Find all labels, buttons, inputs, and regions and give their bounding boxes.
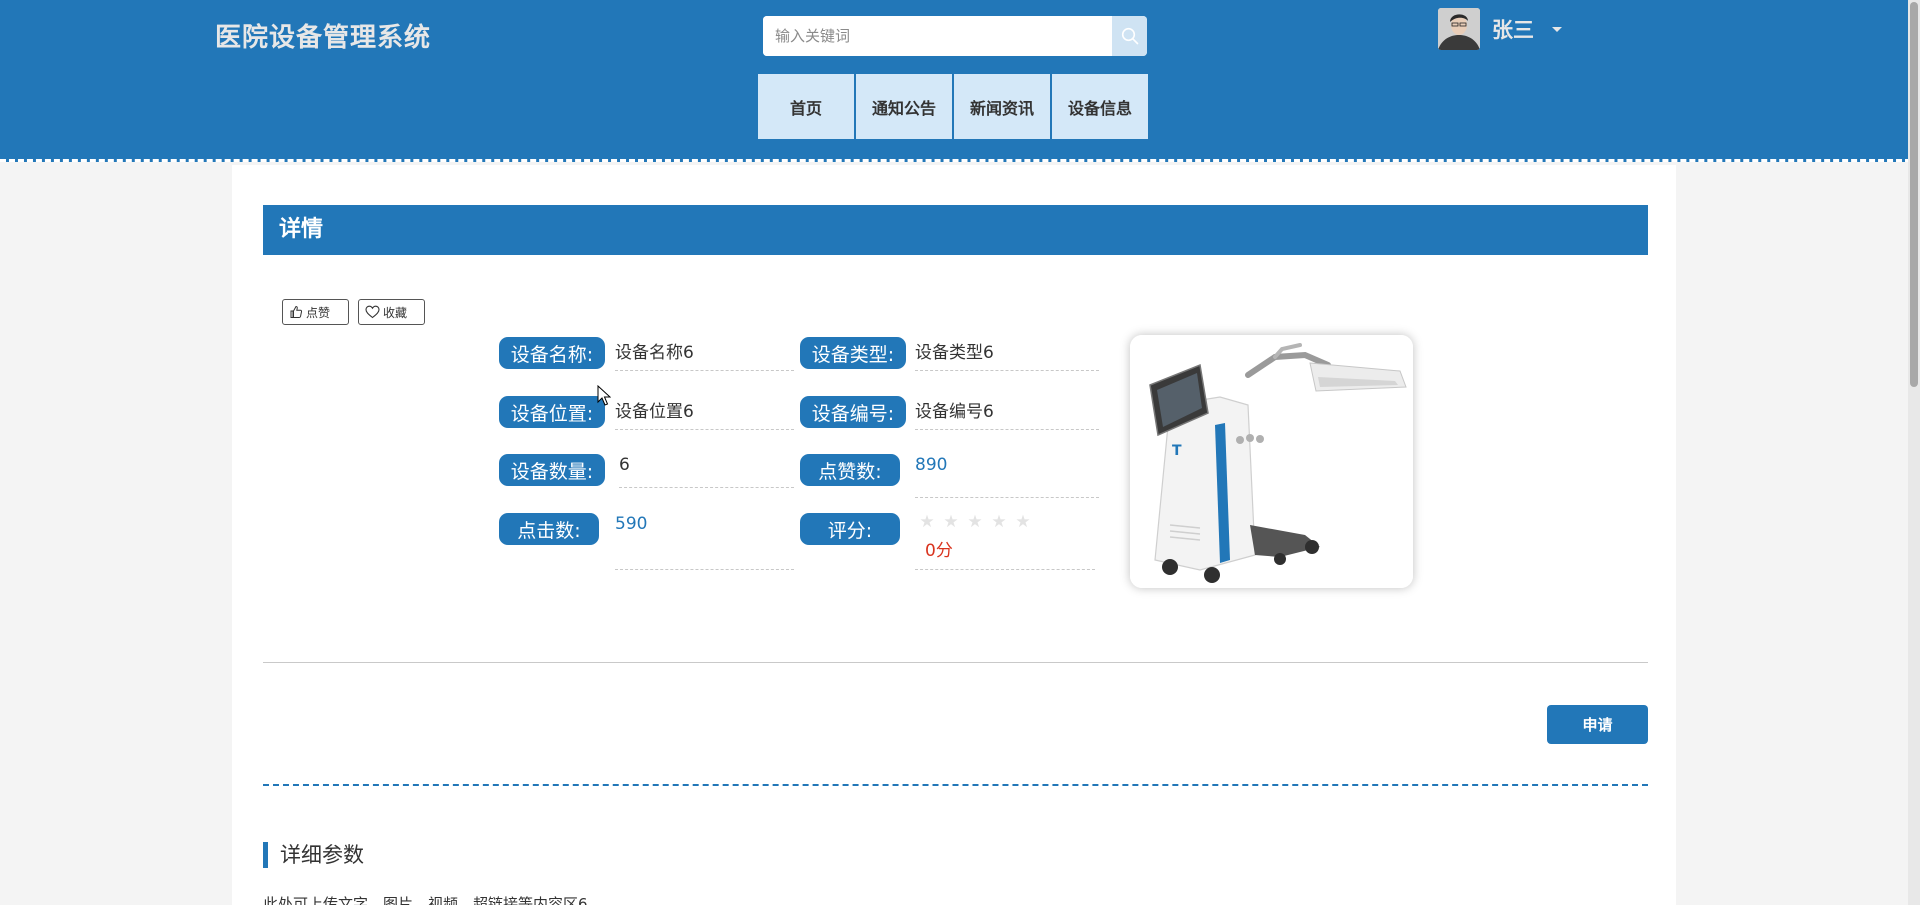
clicks-count-label: 点击数:	[499, 513, 599, 545]
detail-heading: 详情	[263, 205, 1648, 255]
main-nav: 首页 通知公告 新闻资讯 设备信息	[758, 74, 1148, 139]
device-name-label: 设备名称:	[499, 337, 605, 369]
likes-count-label: 点赞数:	[800, 454, 900, 486]
heart-icon	[365, 305, 380, 319]
rating-stars: ★ ★ ★ ★ ★	[915, 512, 1035, 532]
detail-panel: 详情 点赞 收藏 设备名称: 设备名称6 设备类型: 设备类型6 设备位置: 设…	[232, 165, 1676, 905]
app: 医院设备管理系统 张三	[0, 0, 1920, 905]
clicks-count-value: 590	[615, 514, 794, 570]
device-code-value: 设备编号6	[915, 397, 1099, 430]
section-divider	[263, 784, 1648, 786]
apply-button[interactable]: 申请	[1547, 705, 1648, 744]
search-box	[763, 16, 1147, 56]
divider	[263, 662, 1648, 663]
device-name-value: 设备名称6	[615, 338, 794, 371]
nav-news[interactable]: 新闻资讯	[954, 74, 1050, 139]
favorite-button[interactable]: 收藏	[358, 299, 425, 325]
nav-notices[interactable]: 通知公告	[856, 74, 952, 139]
device-code-label: 设备编号:	[800, 396, 906, 428]
star-icon[interactable]: ★	[1011, 512, 1035, 532]
rating-score: 0分	[925, 541, 953, 561]
device-quantity-value: 6	[619, 455, 794, 488]
params-text: 此处可上传文字、图片、视频、超链接等内容区6	[263, 895, 588, 905]
device-location-label: 设备位置:	[499, 396, 605, 428]
device-image: T	[1130, 335, 1413, 588]
favorite-label: 收藏	[383, 305, 408, 320]
mouse-cursor-icon	[597, 384, 612, 411]
device-type-value: 设备类型6	[915, 338, 1099, 371]
scrollbar-thumb[interactable]	[1910, 2, 1918, 387]
avatar	[1438, 8, 1480, 50]
username: 张三	[1492, 18, 1534, 42]
nav-home[interactable]: 首页	[758, 74, 854, 139]
star-icon[interactable]: ★	[915, 512, 939, 532]
rating-label: 评分:	[800, 513, 900, 545]
header: 医院设备管理系统 张三	[0, 0, 1920, 162]
svg-text:T: T	[1172, 443, 1182, 459]
device-location-value: 设备位置6	[615, 397, 794, 430]
like-button[interactable]: 点赞	[282, 299, 349, 325]
page-scrollbar[interactable]	[1908, 0, 1920, 905]
device-quantity-label: 设备数量:	[499, 454, 605, 486]
likes-count-value: 890	[915, 455, 1099, 498]
star-icon[interactable]: ★	[939, 512, 963, 532]
device-type-label: 设备类型:	[800, 337, 906, 369]
star-icon[interactable]: ★	[963, 512, 987, 532]
params-heading: 详细参数	[263, 842, 364, 868]
nav-devices[interactable]: 设备信息	[1052, 74, 1148, 139]
search-icon	[1121, 27, 1138, 45]
star-icon[interactable]: ★	[987, 512, 1011, 532]
thumbs-up-icon	[290, 305, 303, 318]
user-menu[interactable]: 张三	[1438, 8, 1562, 50]
search-button[interactable]	[1112, 16, 1147, 56]
chevron-down-icon	[1552, 26, 1562, 32]
site-title: 医院设备管理系统	[215, 23, 432, 53]
search-input[interactable]	[763, 16, 1112, 56]
like-label: 点赞	[306, 305, 331, 320]
